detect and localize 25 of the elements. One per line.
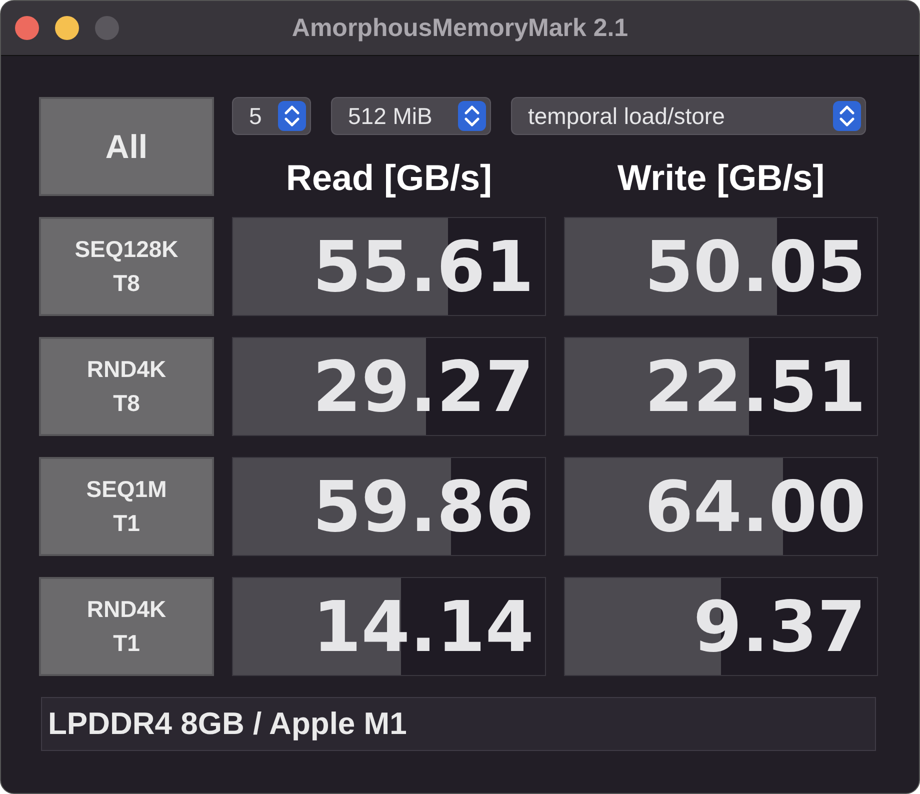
speed-value: 9.37 [693,592,866,662]
test-button[interactable]: RND4K T1 [39,577,214,676]
test-button[interactable]: SEQ128K T8 [39,217,214,316]
test-button[interactable]: SEQ1M T1 [39,457,214,556]
device-info-field[interactable]: LPDDR4 8GB / Apple M1 [41,697,876,751]
stepper-icon [458,101,486,131]
dropdown[interactable]: 512 MiB [331,97,491,135]
speed-value: 55.61 [312,232,534,302]
speed-value: 14.14 [312,592,534,662]
speed-value: 50.05 [644,232,866,302]
stepper-icon [833,101,861,131]
window-title: AmorphousMemoryMark 2.1 [292,14,628,42]
column-header: Write [GB/s] [617,160,825,196]
all-button[interactable]: All [39,97,214,196]
column-header: Read [GB/s] [286,160,492,196]
speed-value: 59.86 [312,472,534,542]
speed-value: 22.51 [644,352,866,422]
dropdown[interactable]: 5 [232,97,311,135]
minimize-button[interactable] [55,16,79,40]
stepper-icon [278,101,306,131]
test-button[interactable]: RND4K T8 [39,337,214,436]
speed-value: 29.27 [312,352,534,422]
speed-value: 64.00 [644,472,866,542]
dropdown[interactable]: temporal load/store [511,97,866,135]
close-button[interactable] [15,16,39,40]
